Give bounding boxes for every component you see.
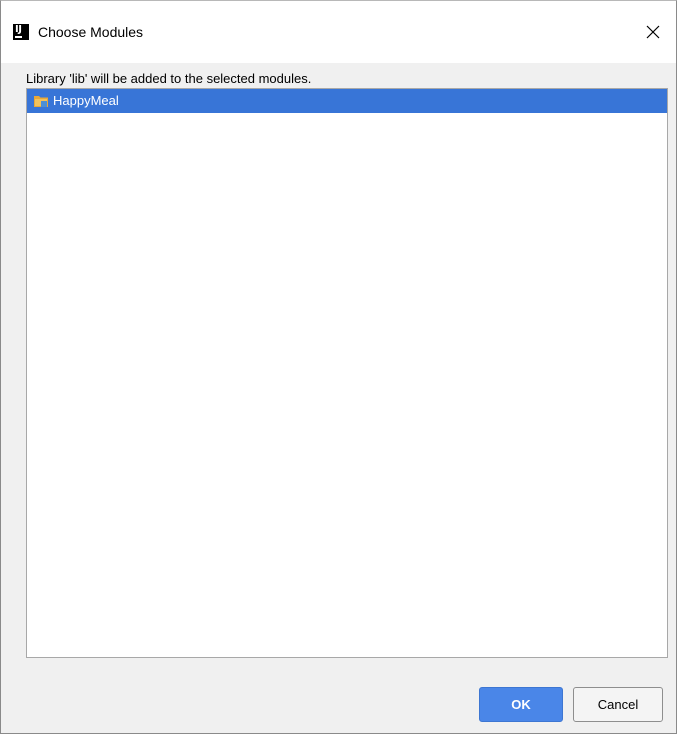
intellij-idea-icon: IJ: [13, 24, 29, 40]
close-icon: [646, 25, 660, 39]
module-name: HappyMeal: [53, 93, 119, 108]
window-title: Choose Modules: [38, 24, 144, 40]
choose-modules-dialog: IJ Choose Modules Library 'lib' will be …: [0, 0, 677, 734]
cancel-button[interactable]: Cancel: [573, 687, 663, 722]
ok-button[interactable]: OK: [479, 687, 563, 722]
module-folder-icon: [33, 93, 49, 109]
title-bar: IJ Choose Modules: [1, 1, 676, 63]
dialog-description: Library 'lib' will be added to the selec…: [26, 71, 312, 86]
modules-list[interactable]: HappyMeal: [26, 88, 668, 658]
close-button[interactable]: [630, 1, 676, 63]
list-item-module[interactable]: HappyMeal: [27, 89, 667, 113]
